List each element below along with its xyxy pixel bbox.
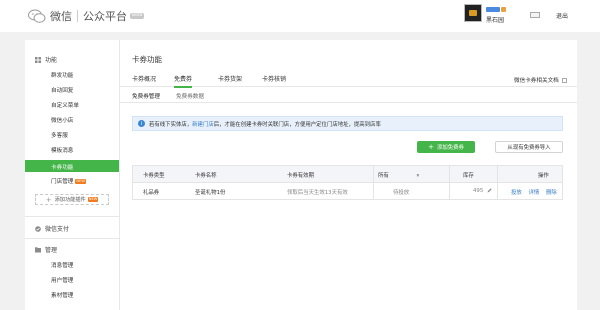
cell-stock: 495 [473,188,492,194]
tab-overview[interactable]: 卡券概况 [132,74,156,86]
cell-actions: 投放 详情 删除 [511,188,562,196]
docs-link-label: 微信卡券相关文档 [514,78,559,84]
avatar[interactable] [464,4,482,22]
tab-card-verify[interactable]: 卡券核销 [262,74,286,86]
cell-validity: 领取后当天生效13天有效 [287,190,348,196]
sub-tab-bar: 免费券管理 免费券数据 [120,88,577,103]
sidebar-item-label: 卡券功能 [51,165,74,171]
column-divider [449,166,450,199]
status-filter[interactable]: 所有 ▾ [378,171,419,179]
sidebar-section-label: 管理 [45,247,58,254]
folder-icon [35,246,41,252]
sidebar-item-auto-reply[interactable]: 自动回复 [51,86,73,94]
column-header-name: 卡券名称 [195,173,217,179]
message-icon[interactable] [530,12,540,18]
sidebar-item-custom-menu[interactable]: 自定义菜单 [51,101,79,109]
sidebar-item-store-management[interactable]: 门店管理 NEW [51,177,86,185]
add-plugin-label: 添加功能插件 [54,197,86,203]
top-bar: 微信 公众平台 Beta 黑石园 退出 [0,0,600,32]
sidebar-divider [25,216,119,217]
notice-text-before: 若有线下实体店， [149,121,193,128]
column-divider [373,166,374,199]
content-panel: 功能 群发功能 自动回复 自定义菜单 微信小店 多客服 模板消息 卡券功能 门店… [25,40,577,310]
account-name[interactable]: 黑石园 [486,15,504,24]
brand-name: 微信 [50,10,72,23]
column-header-validity: 卡券有效期 [287,173,314,179]
new-store-link[interactable]: 新建门店 [192,120,214,128]
verified-badge [486,7,500,12]
sidebar-section-label: 功能 [45,57,58,64]
stock-value: 495 [473,188,484,194]
add-free-card-button[interactable]: + 添加免费券 [417,141,475,153]
sidebar-section-management: 管理 [35,245,57,254]
column-header-actions: 操作 [538,173,549,179]
new-badge: NEW [75,179,86,184]
tab-bar: 卡券概况 免费券 卡券货架 卡券核销 [120,74,577,88]
payment-icon [35,225,41,232]
docs-link[interactable]: 微信卡券相关文档 [514,76,567,84]
card-table: 卡券类型 卡券名称 卡券有效期 所有 ▾ 库存 操作 礼品券 圣诞礼物1份 领取… [132,165,563,200]
notice-text-after: 后，才能在创建卡券时关联门店，方便用户定位门店地址，提高到店率 [213,121,381,128]
add-free-card-label: 添加免费券 [436,145,464,151]
column-divider [497,166,498,199]
sidebar-item-cards[interactable]: 卡券功能 [25,160,119,172]
cell-status: 待投放 [393,190,410,196]
tab-free-cards[interactable]: 免费券 [174,74,193,88]
cell-card-type: 礼品券 [143,190,160,196]
page-title: 卡券功能 [132,55,162,64]
platform-name: 公众平台 [83,10,127,23]
delete-link[interactable]: 删除 [546,190,557,196]
chevron-down-icon: ▾ [416,173,420,179]
sidebar-item-users[interactable]: 用户管理 [51,276,73,284]
status-filter-label: 所有 [378,173,389,179]
sidebar-item-template-message[interactable]: 模板消息 [51,146,73,154]
external-link-icon [561,77,567,83]
plus-icon: + [428,143,434,151]
edit-pencil-icon[interactable] [487,188,492,193]
import-free-card-button[interactable]: 从现有免费券导入 [495,141,563,153]
level-badge [501,7,506,12]
sidebar-divider [25,238,119,239]
subtab-free-card-data[interactable]: 免费券数据 [176,92,204,100]
sidebar-item-mass-send[interactable]: 群发功能 [51,71,73,79]
sidebar-item-wechat-store[interactable]: 微信小店 [51,116,73,124]
sidebar-item-messages[interactable]: 消息管理 [51,261,73,269]
main-content: 卡券功能 卡券概况 免费券 卡券货架 卡券核销 微信卡券相关文档 免费券管理 免… [120,40,577,310]
info-icon: i [138,120,145,127]
distribute-link[interactable]: 投放 [511,190,522,196]
brand-divider [77,10,78,22]
wechat-logo-icon [28,9,46,23]
sidebar: 功能 群发功能 自动回复 自定义菜单 微信小店 多客服 模板消息 卡券功能 门店… [25,40,120,310]
brand[interactable]: 微信 公众平台 Beta [28,8,145,24]
add-plugin-button[interactable]: + 添加功能插件 NEW [35,194,109,205]
beta-badge: Beta [130,13,145,19]
details-link[interactable]: 详情 [529,190,540,196]
sidebar-item-label: 门店管理 [51,179,74,185]
sidebar-section-features: 功能 [35,55,57,64]
column-header-stock: 库存 [463,173,474,179]
column-header-type: 卡券类型 [143,173,165,179]
store-notice: i 若有线下实体店， 新建门店 后，才能在创建卡券时关联门店，方便用户定位门店地… [132,116,563,131]
sidebar-item-materials[interactable]: 素材管理 [51,291,73,299]
logout-link[interactable]: 退出 [556,11,568,20]
subtab-free-card-management[interactable]: 免费券管理 [132,92,160,100]
grid-icon [35,56,41,63]
new-badge: NEW [87,197,99,202]
plus-icon: + [45,195,52,204]
tab-card-shelf[interactable]: 卡券货架 [218,74,242,86]
cell-card-name: 圣诞礼物1份 [195,190,226,196]
sidebar-section-label: 微信支付 [45,226,70,233]
sidebar-item-customer-service[interactable]: 多客服 [51,131,68,139]
sidebar-section-payment[interactable]: 微信支付 [35,224,69,233]
